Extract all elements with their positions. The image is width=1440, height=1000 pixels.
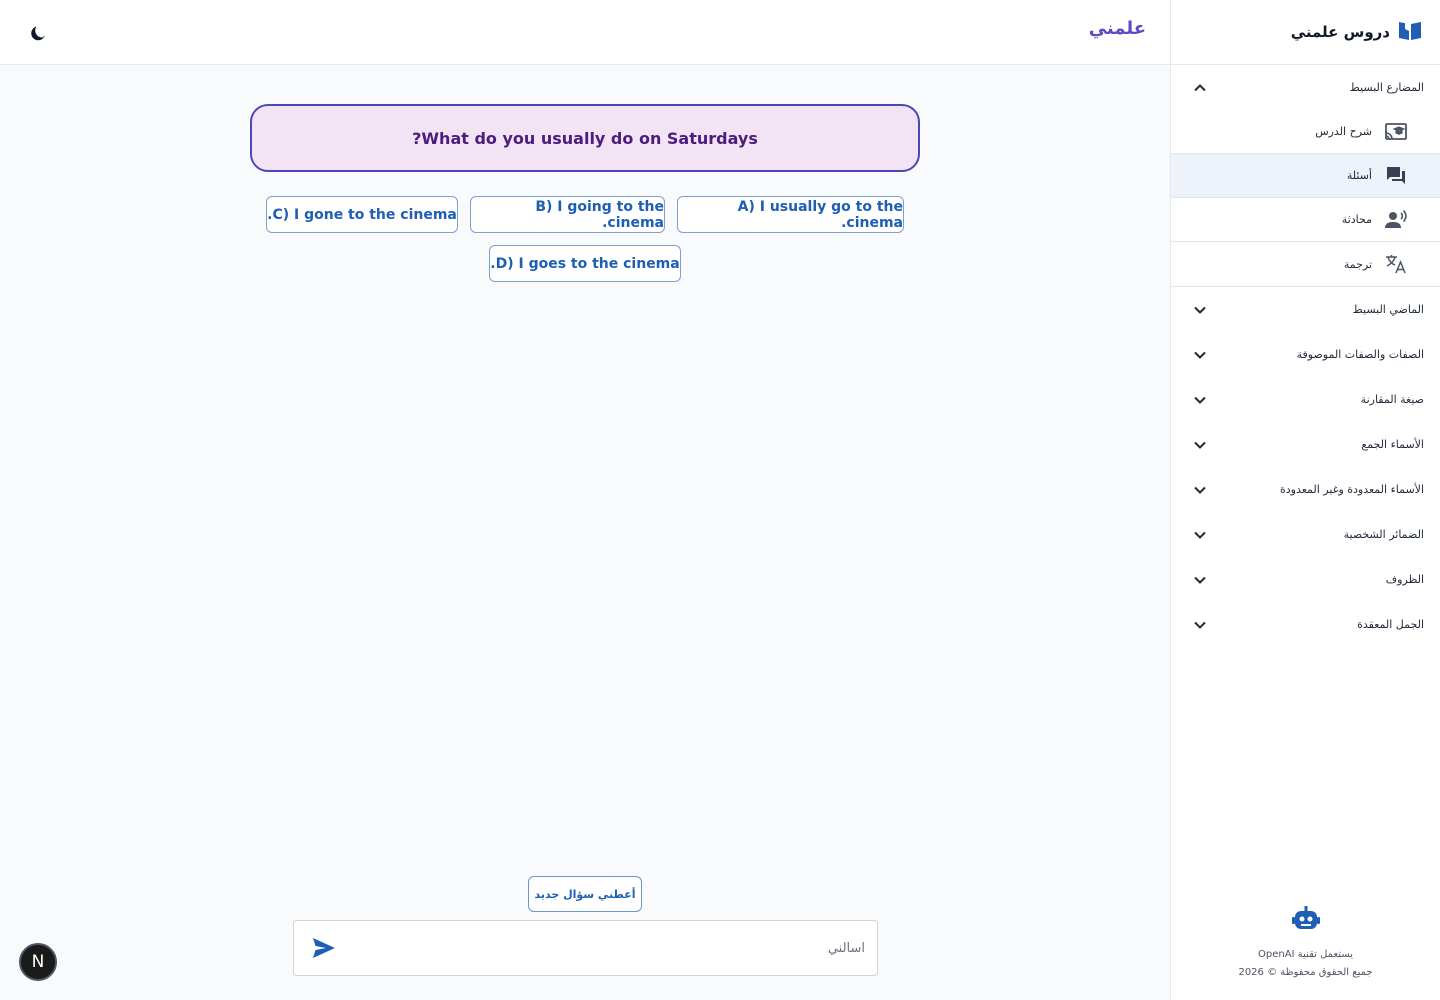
- sidebar-section-complex-sentences[interactable]: الجمل المعقدة: [1171, 602, 1440, 647]
- chevron-down-icon: [1194, 396, 1206, 404]
- chat-input[interactable]: [395, 935, 865, 961]
- chat-input-box: [293, 920, 878, 976]
- chevron-down-icon: [1194, 441, 1206, 449]
- sidebar: دروس علمني المضارع البسيط شرح الدرس أسئل…: [1170, 0, 1440, 1000]
- chevron-down-icon: [1194, 576, 1206, 584]
- sidebar-section-countable-nouns[interactable]: الأسماء المعدودة وغير المعدودة: [1171, 467, 1440, 512]
- sidebar-item-questions[interactable]: أسئلة: [1171, 154, 1440, 198]
- section-label: الماضي البسيط: [1352, 303, 1424, 316]
- chevron-down-icon: [1194, 351, 1206, 359]
- sidebar-item-lesson[interactable]: شرح الدرس: [1171, 110, 1440, 154]
- section-label: الضمائر الشخصية: [1343, 528, 1424, 541]
- section-label: الصفات والصفات الموصوفة: [1296, 348, 1424, 361]
- section-label: الجمل المعقدة: [1357, 618, 1424, 631]
- chevron-down-icon: [1194, 306, 1206, 314]
- sidebar-title: دروس علمني: [1290, 23, 1390, 41]
- section-label: الأسماء المعدودة وغير المعدودة: [1279, 483, 1424, 496]
- sidebar-item-label: ترجمة: [1343, 257, 1372, 271]
- chevron-up-icon: [1194, 83, 1206, 91]
- moon-icon[interactable]: [28, 20, 52, 44]
- answer-option-a[interactable]: A) I usually go to the cinema.: [677, 196, 904, 233]
- sidebar-item-label: أسئلة: [1346, 169, 1372, 182]
- sidebar-item-conversation[interactable]: محادثة: [1171, 198, 1440, 242]
- question-card: What do you usually do on Saturdays?: [250, 104, 920, 172]
- powered-by-text: يستعمل تقنية OpenAI: [1258, 949, 1353, 960]
- sidebar-section-adjectives[interactable]: الصفات والصفات الموصوفة: [1171, 332, 1440, 377]
- sidebar-section-comparatives[interactable]: صيغة المقارنة: [1171, 377, 1440, 422]
- sidebar-item-label: محادثة: [1341, 213, 1372, 226]
- cast-for-education-icon: [1384, 120, 1408, 144]
- chevron-down-icon: [1194, 531, 1206, 539]
- send-icon[interactable]: [312, 937, 336, 959]
- header-logo[interactable]: علمني: [1089, 18, 1146, 39]
- copyright-text: جميع الحقوق محفوظة © 2026: [1238, 967, 1373, 978]
- translate-icon: [1384, 252, 1408, 276]
- top-header: علمني: [0, 0, 1170, 65]
- sidebar-section-present-simple[interactable]: المضارع البسيط: [1171, 65, 1440, 110]
- robot-icon: [1290, 906, 1322, 934]
- section-label: الظروف: [1385, 573, 1424, 586]
- sidebar-footer: يستعمل تقنية OpenAI جميع الحقوق محفوظة ©…: [1171, 906, 1440, 982]
- answer-option-b[interactable]: B) I going to the cinema.: [470, 196, 665, 233]
- answer-option-d[interactable]: D) I goes to the cinema.: [489, 245, 681, 282]
- sidebar-section-adverbs[interactable]: الظروف: [1171, 557, 1440, 602]
- answer-option-c[interactable]: C) I gone to the cinema.: [266, 196, 458, 233]
- section-label: الأسماء الجمع: [1361, 438, 1424, 451]
- book-open-icon: [1398, 19, 1422, 45]
- sidebar-section-pronouns[interactable]: الضمائر الشخصية: [1171, 512, 1440, 557]
- n-badge[interactable]: N: [19, 943, 57, 981]
- sidebar-section-past-simple[interactable]: الماضي البسيط: [1171, 287, 1440, 332]
- sidebar-item-translation[interactable]: ترجمة: [1171, 242, 1440, 286]
- sidebar-section-plural-nouns[interactable]: الأسماء الجمع: [1171, 422, 1440, 467]
- chevron-down-icon: [1194, 621, 1206, 629]
- new-question-button[interactable]: أعطني سؤال جديد: [528, 876, 642, 912]
- section-label: صيغة المقارنة: [1360, 393, 1424, 406]
- question-text: What do you usually do on Saturdays?: [412, 128, 758, 148]
- sidebar-header: دروس علمني: [1171, 0, 1440, 65]
- voice-person-icon: [1384, 208, 1408, 232]
- section-label: المضارع البسيط: [1349, 81, 1424, 94]
- chevron-down-icon: [1194, 486, 1206, 494]
- sidebar-item-label: شرح الدرس: [1315, 125, 1372, 138]
- chat-bubbles-icon: [1384, 164, 1408, 188]
